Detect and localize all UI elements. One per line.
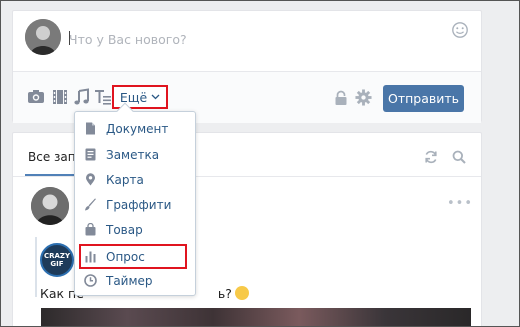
menu-item-graffiti[interactable]: Граффити: [75, 192, 195, 217]
brush-icon: [85, 198, 96, 211]
menu-item-label: Товар: [106, 222, 143, 237]
menu-item-label: Документ: [106, 121, 169, 136]
clock-icon: [84, 274, 97, 287]
grin-emoji-icon: [234, 286, 249, 300]
menu-item-poll[interactable]: Опрос: [79, 244, 187, 269]
text-format-icon[interactable]: [94, 88, 112, 106]
post-input-wrap: [69, 29, 449, 49]
post-composer: Ещё Отправить: [12, 10, 482, 123]
video-icon[interactable]: [51, 88, 69, 106]
refresh-icon[interactable]: [424, 150, 438, 164]
menu-item-map[interactable]: Карта: [75, 167, 195, 192]
menu-item-label: Граффити: [106, 197, 172, 212]
menu-item-timer[interactable]: Таймер: [75, 268, 195, 293]
camera-icon[interactable]: [27, 88, 45, 106]
menu-item-label: Заметка: [106, 147, 160, 162]
repost-indicator: [35, 237, 37, 297]
gif-badge-line-2: GIF: [50, 260, 64, 268]
menu-item-label: Карта: [106, 172, 144, 187]
map-pin-icon: [86, 173, 95, 186]
post-text-end: ь?: [217, 286, 232, 301]
poll-icon: [85, 251, 96, 263]
menu-item-document[interactable]: Документ: [75, 116, 195, 141]
menu-item-note[interactable]: Заметка: [75, 142, 195, 167]
gif-badge-line-1: CRAZY: [43, 252, 71, 260]
menu-item-label: Опрос: [106, 249, 145, 264]
bag-icon: [85, 223, 96, 236]
gear-icon[interactable]: [355, 89, 372, 106]
note-icon: [85, 148, 96, 161]
post-input[interactable]: [69, 32, 449, 47]
post-author-avatar[interactable]: [31, 187, 69, 225]
text-caret: [69, 31, 70, 45]
chevron-down-icon: [151, 94, 160, 100]
user-avatar[interactable]: [25, 19, 61, 55]
music-icon[interactable]: [73, 88, 91, 106]
menu-item-label: Таймер: [106, 273, 153, 288]
menu-item-product[interactable]: Товар: [75, 217, 195, 242]
post-image[interactable]: [41, 308, 471, 327]
emoji-icon[interactable]: [451, 21, 469, 39]
more-dropdown: Документ Заметка Карта Граффити Товар Оп…: [74, 102, 196, 296]
post-menu-icon[interactable]: •••: [447, 196, 473, 211]
lock-icon[interactable]: [333, 90, 349, 106]
send-button[interactable]: Отправить: [383, 85, 464, 112]
search-icon[interactable]: [452, 150, 466, 164]
crazy-gif-avatar[interactable]: CRAZY GIF: [40, 243, 74, 277]
document-icon: [86, 122, 95, 135]
